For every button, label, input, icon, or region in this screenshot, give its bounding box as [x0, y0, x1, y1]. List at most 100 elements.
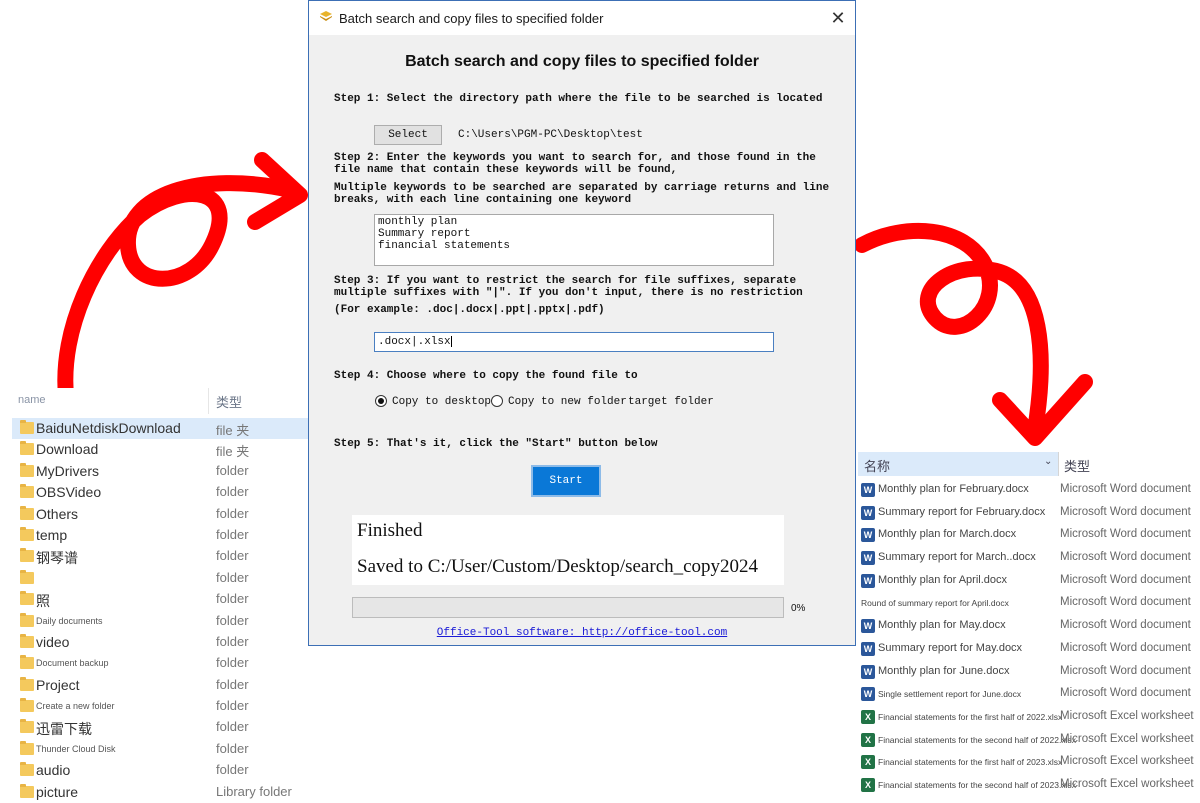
- type-column-header[interactable]: 类型: [216, 392, 242, 411]
- close-icon: ✕: [830, 8, 846, 28]
- folder-row[interactable]: 照 folder: [12, 589, 308, 610]
- folder-name: video: [36, 633, 70, 650]
- folder-row[interactable]: temp folder: [12, 525, 308, 546]
- file-row[interactable]: W Monthly plan for February.docx Microsoft…: [858, 479, 1200, 502]
- keywords-textarea[interactable]: monthly plan Summary report financial st…: [374, 214, 774, 266]
- type-column-header[interactable]: 类型: [1064, 456, 1090, 475]
- folder-row[interactable]: Project folder: [12, 675, 308, 696]
- copy-to-new-folder-radio[interactable]: [491, 395, 503, 407]
- folder-type: folder: [216, 526, 249, 542]
- file-row[interactable]: W Monthly plan for March.docx Microsoft Wo…: [858, 524, 1200, 547]
- word-file-icon: W: [861, 664, 875, 679]
- file-name: Summary report for May.docx: [878, 641, 1023, 654]
- file-row[interactable]: X Financial statements for the second hal…: [858, 729, 1200, 752]
- target-folder-label[interactable]: target folder: [628, 396, 714, 408]
- folder-name: Others: [36, 505, 79, 522]
- folder-name: audio: [36, 762, 71, 779]
- column-divider[interactable]: [1058, 452, 1059, 476]
- result-panel: Finished Saved to C:/User/Custom/Desktop…: [352, 515, 784, 585]
- office-tool-link[interactable]: Office-Tool software: http://office-tool…: [309, 627, 855, 639]
- file-name: Monthly plan for March.docx: [878, 528, 1017, 541]
- folder-row[interactable]: BaiduNetdiskDownload file 夹: [12, 418, 308, 440]
- chevron-down-icon[interactable]: ⌄: [1044, 456, 1052, 467]
- file-name: Financial statements for the first half …: [878, 757, 1063, 768]
- name-column-header[interactable]: name: [18, 394, 46, 406]
- file-type: Microsoft Excel worksheet: [1060, 709, 1194, 722]
- file-row[interactable]: W Monthly plan for April.docx Microsoft Wo…: [858, 570, 1200, 593]
- folder-name: Download: [36, 441, 99, 458]
- folder-row[interactable]: Download file 夹: [12, 439, 308, 460]
- word-file-icon: W: [861, 619, 875, 634]
- name-column-header[interactable]: 名称 ⌄: [858, 452, 1058, 476]
- folder-icon: [20, 740, 34, 755]
- step2-label: Step 2: Enter the keywords you want to s…: [334, 152, 823, 176]
- selected-path: C:\Users\PGM-PC\Desktop\test: [458, 129, 643, 141]
- folder-icon: [20, 612, 34, 627]
- folder-icon: [20, 505, 34, 520]
- folder-row[interactable]: Document backup folder: [12, 653, 308, 674]
- file-name: Round of summary report for April.docx: [861, 598, 1009, 609]
- copy-to-desktop-label[interactable]: Copy to desktop: [392, 396, 491, 408]
- folder-icon: [20, 484, 34, 499]
- file-type: Microsoft Word document: [1060, 619, 1191, 632]
- file-row[interactable]: W Monthly plan for June.docx Microsoft Wor…: [858, 661, 1200, 684]
- folder-type: folder: [216, 633, 249, 649]
- folder-name: Daily documents: [36, 615, 103, 626]
- folder-icon: [20, 462, 34, 477]
- folder-name: BaiduNetdiskDownload: [36, 420, 181, 436]
- file-row[interactable]: W Single settlement report for June.docx M…: [858, 683, 1200, 706]
- folder-row[interactable]: 钢琴谱 folder: [12, 546, 308, 567]
- progress-percent: 0%: [791, 603, 806, 614]
- file-name: Monthly plan for June.docx: [878, 664, 1010, 677]
- folder-row[interactable]: Others folder: [12, 504, 308, 525]
- folder-row[interactable]: OBSVideo folder: [12, 482, 308, 503]
- left-explorer-header: name 类型: [12, 388, 308, 414]
- folder-name: Document backup: [36, 658, 109, 669]
- column-divider[interactable]: [208, 388, 209, 414]
- file-name: Financial statements for the second half…: [878, 779, 1076, 790]
- folder-icon: [20, 676, 34, 691]
- folder-row[interactable]: folder: [12, 568, 308, 589]
- file-row[interactable]: W Summary report for May.docx Microsoft Wo…: [858, 638, 1200, 661]
- file-row[interactable]: X Financial statements for the first half…: [858, 751, 1200, 774]
- folder-name: 钢琴谱: [36, 550, 78, 567]
- folder-row[interactable]: video folder: [12, 632, 308, 653]
- word-file-icon: W: [861, 505, 875, 520]
- file-row[interactable]: W Monthly plan for May.docx Microsoft Word…: [858, 615, 1200, 638]
- app-icon: [320, 11, 332, 21]
- folder-row[interactable]: 迅雷下载 folder: [12, 717, 308, 738]
- folder-type: folder: [216, 762, 249, 778]
- select-directory-button[interactable]: Select: [374, 125, 442, 145]
- folder-name: picture: [36, 783, 79, 800]
- suffix-value: .docx|.xlsx: [378, 336, 451, 348]
- start-button[interactable]: Start: [531, 465, 601, 497]
- close-button[interactable]: ✕: [827, 7, 849, 29]
- folder-row[interactable]: audio folder: [12, 760, 308, 781]
- result-status: Finished: [357, 520, 423, 541]
- file-row[interactable]: X Financial statements for the first half…: [858, 706, 1200, 729]
- keywords-text: monthly plan Summary report financial st…: [378, 216, 511, 252]
- folder-type: folder: [216, 612, 249, 628]
- file-type: Microsoft Word document: [1060, 641, 1191, 654]
- suffix-input[interactable]: .docx|.xlsx: [374, 332, 774, 352]
- folder-name: OBSVideo: [36, 484, 102, 501]
- folder-row[interactable]: MyDrivers folder: [12, 461, 308, 482]
- folder-row[interactable]: Thunder Cloud Disk folder: [12, 739, 308, 760]
- file-name: Financial statements for the first half …: [878, 711, 1063, 722]
- file-row[interactable]: W Summary report for February.docx Microso…: [858, 502, 1200, 525]
- folder-row[interactable]: Create a new folder folder: [12, 696, 308, 717]
- file-row[interactable]: Round of summary report for April.docx Mi…: [858, 592, 1200, 615]
- copy-to-desktop-radio[interactable]: [375, 395, 387, 407]
- file-row[interactable]: X Financial statements for the second hal…: [858, 774, 1200, 797]
- file-row[interactable]: W Summary report for March..docx Microsoft…: [858, 547, 1200, 570]
- step3-label: Step 3: If you want to restrict the sear…: [334, 275, 803, 299]
- folder-name: Thunder Cloud Disk: [36, 743, 116, 754]
- folder-type: folder: [216, 676, 249, 692]
- folder-name: 迅雷下载: [36, 721, 92, 738]
- folder-icon: [20, 762, 34, 777]
- folder-row[interactable]: Daily documents folder: [12, 611, 308, 632]
- title-bar[interactable]: Batch search and copy files to specified…: [309, 1, 855, 35]
- folder-type: file 夹: [216, 444, 250, 460]
- copy-to-new-folder-label[interactable]: Copy to new folder: [508, 396, 627, 408]
- folder-icon: [20, 526, 34, 541]
